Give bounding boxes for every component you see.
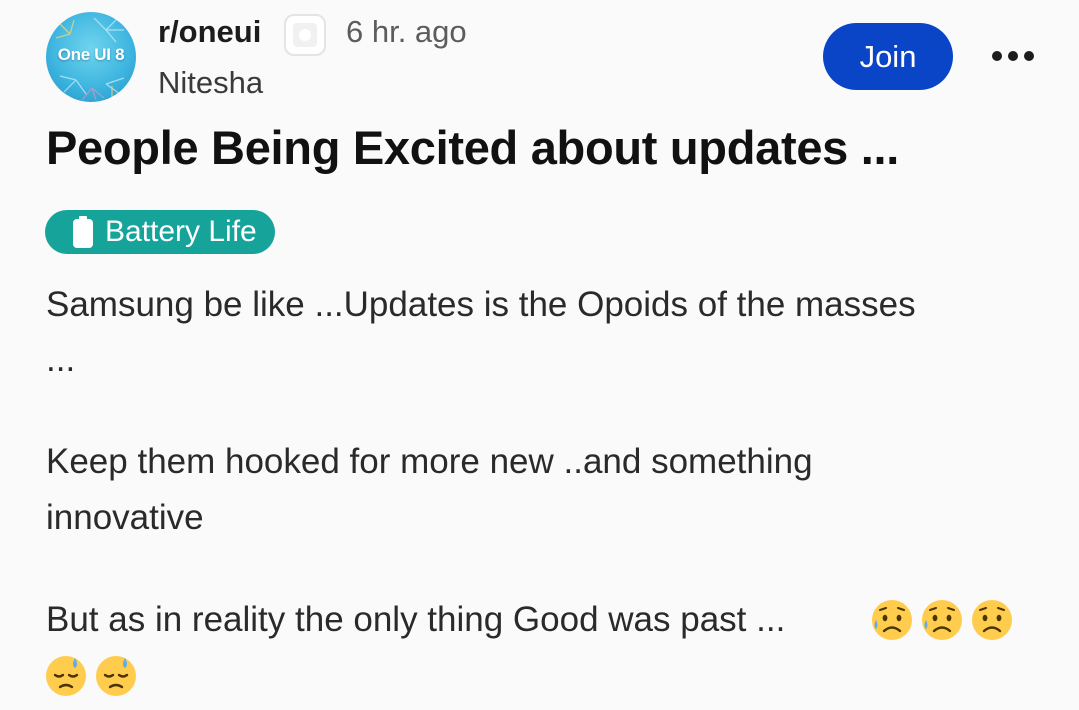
downcast-sweat-face-icon — [46, 656, 86, 696]
battery-icon — [73, 216, 93, 248]
join-button[interactable]: Join — [823, 23, 953, 90]
post-card: One UI 8 r/oneui 6 hr. ago Nitesha Join … — [0, 0, 1079, 710]
flair-label: Battery Life — [105, 215, 257, 248]
subreddit-name[interactable]: r/oneui — [158, 14, 261, 50]
post-body-line: Samsung be like ...Updates is the Opoids… — [46, 285, 916, 324]
post-body-line: But as in reality the only thing Good wa… — [46, 600, 786, 639]
post-author[interactable]: Nitesha — [158, 65, 263, 101]
sad-sweat-face-icon — [972, 600, 1012, 640]
emoji-row — [44, 654, 138, 698]
emoji-row — [870, 598, 1014, 642]
post-title[interactable]: People Being Excited about updates ... — [46, 120, 899, 175]
post-flair[interactable]: Battery Life — [45, 210, 275, 254]
post-body-line: Keep them hooked for more new ..and some… — [46, 442, 813, 481]
post-body-line: ... — [46, 340, 76, 379]
more-options-icon — [992, 51, 1002, 61]
post-timestamp: 6 hr. ago — [346, 14, 467, 49]
downcast-sweat-face-icon — [96, 656, 136, 696]
sad-sweat-face-icon — [922, 600, 962, 640]
avatar-label: One UI 8 — [57, 45, 125, 64]
achievement-badge-icon[interactable] — [281, 11, 329, 59]
more-options-button[interactable] — [983, 36, 1043, 76]
subreddit-avatar[interactable]: One UI 8 — [46, 12, 136, 102]
sad-sweat-face-icon — [872, 600, 912, 640]
post-body-line: innovative — [46, 498, 204, 537]
